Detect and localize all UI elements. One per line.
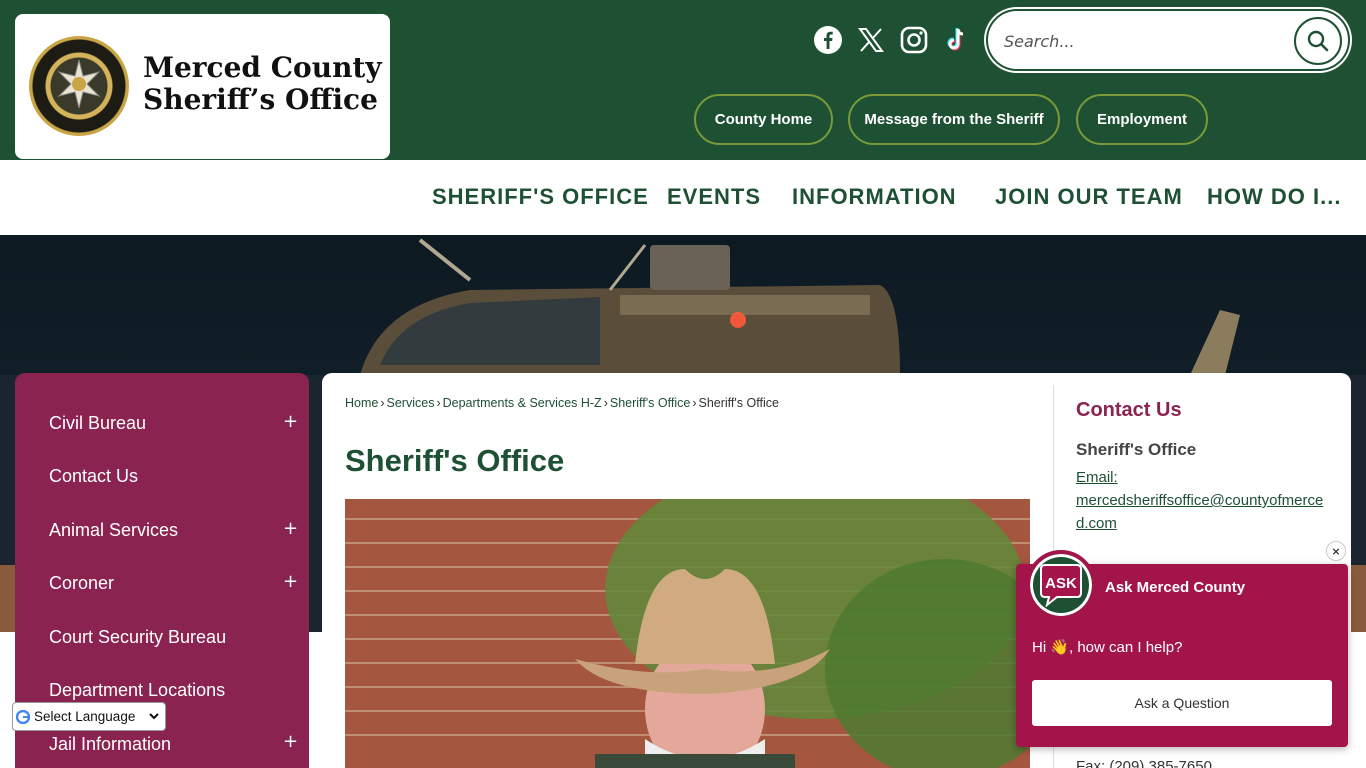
facebook-icon[interactable] [812,24,844,56]
search-box [986,9,1350,71]
chat-close-button[interactable]: × [1326,541,1346,561]
page-title: Sheriff's Office [345,443,565,478]
expand-coroner-button[interactable]: + [283,571,298,592]
sheriff-photo [345,499,1030,768]
ask-question-button[interactable]: Ask a Question [1032,680,1332,726]
x-icon[interactable] [855,24,887,56]
ask-logo-icon: ASK [1026,550,1096,620]
email-link[interactable]: mercedsheriffsoffice@countyofmerced.com [1076,492,1323,532]
chat-widget: ASK Ask Merced County Hi 👋, how can I he… [1016,550,1348,747]
contact-heading: Contact Us [1076,399,1182,421]
sheriff-seal-icon [29,36,129,136]
county-home-link[interactable]: County Home [694,94,833,145]
chat-greeting: Hi 👋, how can I help? [1032,639,1183,656]
search-input[interactable] [1004,26,1274,56]
sidebar-item-jail-information[interactable]: Jail Information [49,734,171,755]
breadcrumb-home[interactable]: Home [345,396,378,410]
logo-line-2: Sheriff’s Office [143,83,378,116]
nav-sheriffs-office[interactable]: SHERIFF'S OFFICE [432,184,649,210]
sidebar-item-animal-services[interactable]: Animal Services [49,520,178,541]
sidebar-item-contact-us[interactable]: Contact Us [49,466,138,487]
contact-fax: Fax: (209) 385-7650 [1076,758,1212,768]
expand-jail-information-button[interactable]: + [283,731,298,752]
ask-logo-text: ASK [1045,575,1077,592]
nav-how-do-i[interactable]: HOW DO I... [1207,184,1341,210]
sidebar-item-department-locations[interactable]: Department Locations [49,680,225,701]
breadcrumb: Home › Services › Departments & Services H-Z… [345,396,779,410]
expand-animal-services-button[interactable]: + [283,518,298,539]
google-translate-icon [16,709,30,724]
contact-email-block: Email: mercedsheriffsoffice@countyofmerc… [1076,466,1332,535]
sidebar-item-court-security-bureau[interactable]: Court Security Bureau [49,627,226,648]
nav-events[interactable]: EVENTS [667,184,761,210]
logo-line-1: Merced County [143,51,382,84]
tiktok-icon[interactable] [941,24,973,56]
nav-information[interactable]: INFORMATION [792,184,957,210]
search-icon [1307,30,1329,52]
contact-office-name: Sheriff's Office [1076,440,1197,459]
sidebar-item-civil-bureau[interactable]: Civil Bureau [49,413,146,434]
employment-link[interactable]: Employment [1076,94,1208,145]
header-bar: Merced County Sheriff’s Office County Ho… [0,0,1366,160]
chat-title: Ask Merced County [1105,579,1246,596]
breadcrumb-current: Sheriff's Office [698,396,779,410]
breadcrumb-services[interactable]: Services [387,396,435,410]
main-nav: SHERIFF'S OFFICE EVENTS INFORMATION JOIN… [0,160,1366,235]
site-logo[interactable]: Merced County Sheriff’s Office [15,14,390,159]
breadcrumb-sheriffs-office[interactable]: Sheriff's Office [610,396,690,410]
instagram-icon[interactable] [898,24,930,56]
expand-civil-bureau-button[interactable]: + [283,411,298,432]
message-from-sheriff-link[interactable]: Message from the Sheriff [848,94,1060,145]
nav-join-our-team[interactable]: JOIN OUR TEAM [995,184,1183,210]
email-label-link[interactable]: Email: [1076,469,1118,486]
sidebar-item-coroner[interactable]: Coroner [49,573,114,594]
language-select[interactable]: Select Language [30,708,162,725]
breadcrumb-departments[interactable]: Departments & Services H-Z [443,396,602,410]
search-button[interactable] [1294,17,1342,65]
logo-title: Merced County Sheriff’s Office [143,52,382,116]
translate-widget: Select Language [12,702,166,731]
